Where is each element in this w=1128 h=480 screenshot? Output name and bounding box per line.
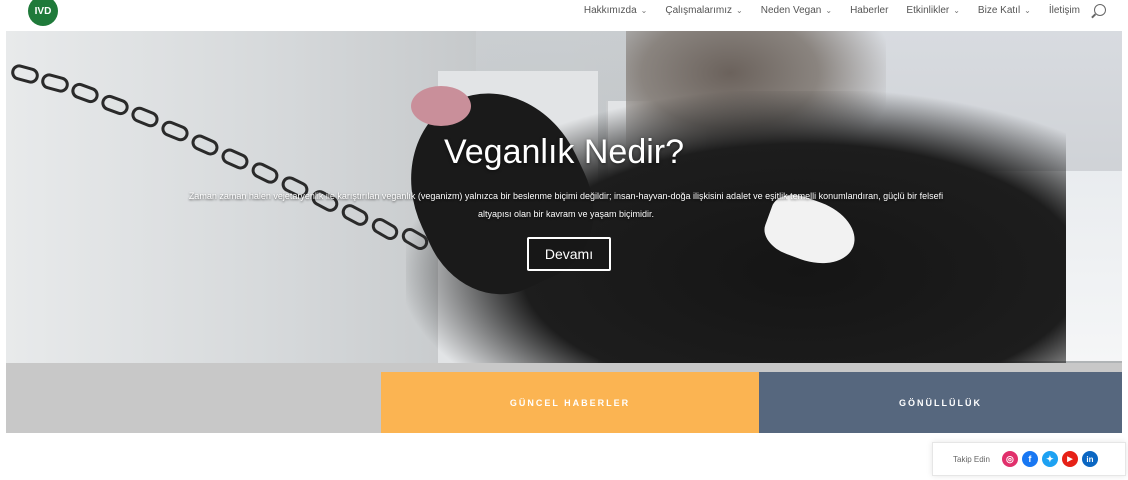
read-more-button[interactable]: Devamı [527,237,611,271]
follow-label: Takip Edin [953,454,990,464]
facebook-icon[interactable]: f [1021,451,1038,467]
search-icon[interactable] [1094,4,1106,16]
nav-item-neden-vegan[interactable]: Neden Vegan ⌄ [761,5,832,16]
nav-item-calismalarimiz[interactable]: Çalışmalarımız ⌄ [665,5,742,16]
nav-item-etkinlikler[interactable]: Etkinlikler ⌄ [906,5,960,16]
current-news-button[interactable]: GÜNCEL HABERLER [381,372,759,433]
hero-title: Veganlık Nedir? [443,133,685,171]
nav-item-label: Hakkımızda [583,4,637,16]
main-nav: Hakkımızda ⌄ Çalışmalarımız ⌄ Neden Vegan ⌄… [566,4,1106,16]
nav-item-iletisim[interactable]: İletişim [1049,5,1080,16]
band-spacer [381,363,759,372]
hero-description: Zaman zaman halen vejetaryenlik ile karı… [188,191,944,219]
nav-item-label: Çalışmalarımız [665,4,733,16]
social-follow-bar: Takip Edin ◎ f ✦ ▶ in [932,442,1126,476]
twitter-icon[interactable]: ✦ [1041,451,1058,467]
chevron-down-icon: ⌄ [640,5,648,15]
nav-item-bize-katil[interactable]: Bize Katıl ⌄ [978,5,1031,16]
volunteering-button[interactable]: GÖNÜLLÜLÜK [759,372,1122,433]
nav-item-hakkimizda[interactable]: Hakkımızda ⌄ [584,5,648,16]
band-spacer [759,363,1122,372]
hero-calf-snout [411,86,471,126]
nav-item-label: Haberler [850,4,889,16]
hero-banner: Veganlık Nedir? Zaman zaman halen vejeta… [6,31,1122,363]
site-logo[interactable]: IVD [28,0,58,26]
youtube-icon[interactable]: ▶ [1061,451,1078,467]
site-header: IVD Hakkımızda ⌄ Çalışmalarımız ⌄ Neden Ve… [0,0,1128,30]
band-left-panel [6,363,381,433]
nav-item-label: Etkinlikler [906,4,950,16]
linkedin-icon[interactable]: in [1081,451,1098,467]
chevron-down-icon: ⌄ [953,5,960,15]
nav-item-haberler[interactable]: Haberler [850,5,888,16]
instagram-icon[interactable]: ◎ [1001,451,1018,467]
nav-item-label: Neden Vegan [760,4,822,16]
chevron-down-icon: ⌄ [825,5,833,15]
chevron-down-icon: ⌄ [1024,5,1031,15]
chevron-down-icon: ⌄ [736,5,743,15]
nav-item-label: Bize Katıl [977,4,1021,16]
nav-item-label: İletişim [1048,4,1080,16]
